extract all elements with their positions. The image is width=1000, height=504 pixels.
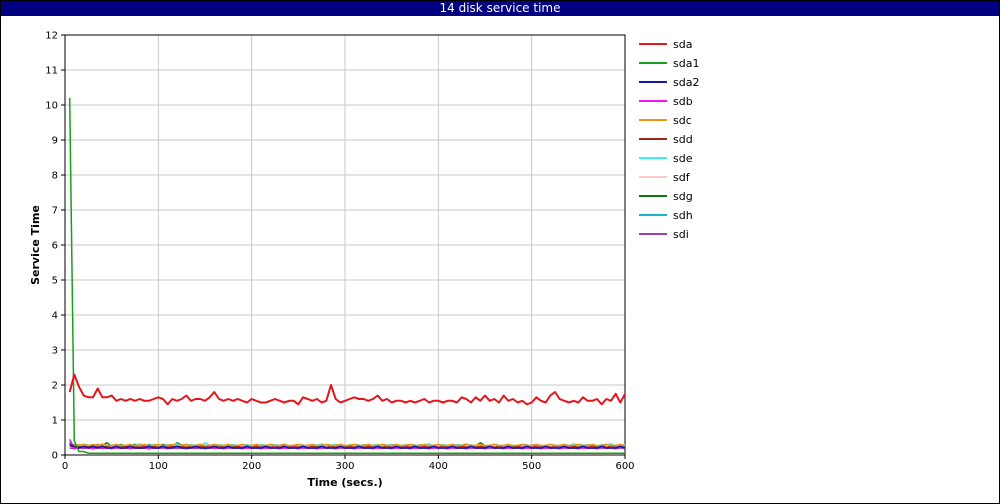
x-tick-label: 100 [149, 461, 168, 472]
y-tick-label: 4 [52, 311, 58, 322]
series-line-sdc [69, 443, 626, 447]
y-tick-label: 7 [52, 206, 58, 217]
y-tick-label: 2 [52, 381, 58, 392]
y-tick-label: 0 [52, 451, 58, 462]
legend-label-sde: sde [673, 152, 693, 165]
legend-label-sda1: sda1 [673, 57, 699, 70]
legend-label-sda2: sda2 [673, 76, 699, 89]
y-tick-label: 12 [45, 31, 58, 42]
y-tick-label: 5 [52, 276, 58, 287]
legend-label-sdb: sdb [673, 95, 693, 108]
y-tick-label: 3 [52, 346, 58, 357]
y-axis-label: Service Time [29, 205, 42, 285]
x-tick-label: 300 [335, 461, 354, 472]
legend-label-sdf: sdf [673, 171, 691, 184]
chart-canvas: 0 100 200 300 400 500 6000123456789101112 Time… [29, 31, 699, 490]
y-tick-label: 6 [52, 241, 58, 252]
x-tick-label: 200 [242, 461, 261, 472]
y-tick-label: 10 [45, 101, 58, 112]
axis-ticks: 0 100 200 300 400 500 6000123456789101112 [45, 31, 634, 473]
legend-label-sdd: sdd [673, 133, 693, 146]
legend-label-sdh: sdh [673, 209, 693, 222]
x-tick-label: 400 [429, 461, 448, 472]
x-tick-label: 500 [522, 461, 541, 472]
y-tick-label: 1 [52, 416, 58, 427]
series-lines [68, 97, 626, 455]
y-tick-label: 8 [52, 171, 58, 182]
x-tick-label: 600 [615, 461, 634, 472]
legend-label-sdg: sdg [673, 190, 693, 203]
chart-window: 14 disk service time 0 100 200 300 400 500 600… [0, 0, 1000, 504]
x-axis-label: Time (secs.) [307, 476, 382, 489]
legend-label-sdi: sdi [673, 228, 689, 241]
y-tick-label: 11 [45, 66, 58, 77]
legend: sda sda1 sda2 sdb sdc sdd sde sdf sdg sdh sdi [639, 38, 699, 241]
x-tick-label: 0 [62, 461, 68, 472]
y-tick-label: 9 [52, 136, 58, 147]
legend-label-sdc: sdc [673, 114, 692, 127]
legend-label-sda: sda [673, 38, 692, 51]
series-line-sda [68, 373, 626, 406]
grid [64, 34, 626, 456]
